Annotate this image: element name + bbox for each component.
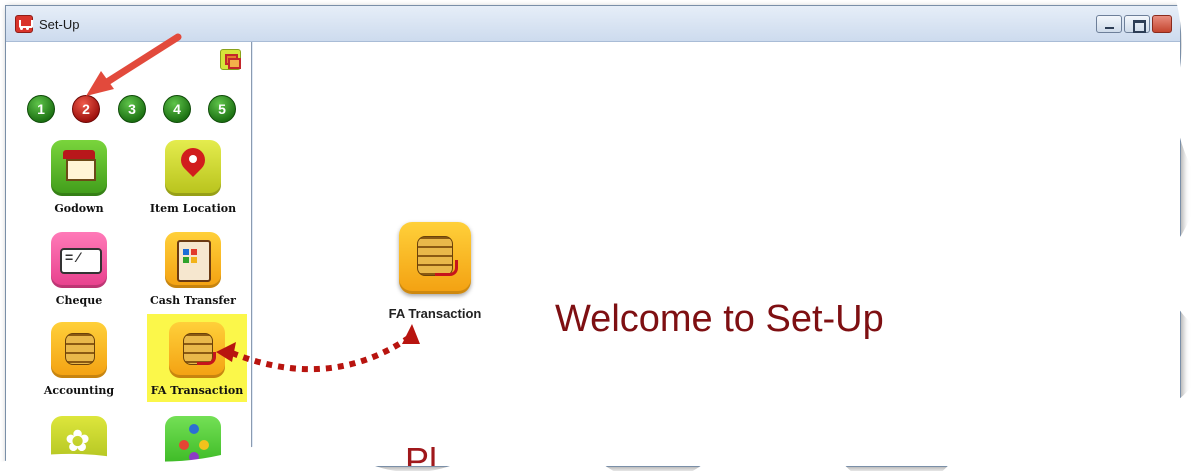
page-button-5[interactable]: 5 xyxy=(208,95,236,123)
close-button[interactable] xyxy=(1152,15,1172,33)
tile-label: Item Location xyxy=(149,202,237,215)
page-button-2[interactable]: 2 xyxy=(72,95,100,123)
coins-transfer-icon xyxy=(399,222,471,294)
window-controls xyxy=(1096,15,1172,33)
leaf-icon xyxy=(51,416,107,466)
cheque-icon xyxy=(51,232,107,288)
maximize-button[interactable] xyxy=(1124,15,1150,33)
title-bar[interactable]: Set-Up xyxy=(6,6,1180,42)
network-icon xyxy=(165,416,221,466)
tile-network[interactable] xyxy=(143,416,243,466)
tile-label: FA Transaction xyxy=(150,384,244,397)
tile-leaf[interactable] xyxy=(29,416,129,466)
sidebar: 1 2 3 4 5 Godown Item Location Cheque Ca… xyxy=(6,42,252,466)
coins-transfer-icon xyxy=(169,322,225,378)
shortcut-label: FA Transaction xyxy=(388,306,482,321)
page-button-3[interactable]: 3 xyxy=(118,95,146,123)
tile-godown[interactable]: Godown xyxy=(29,140,129,215)
partial-message: Pl xyxy=(405,440,438,467)
fa-transaction-shortcut[interactable]: FA Transaction xyxy=(365,222,505,321)
tile-cheque[interactable]: Cheque xyxy=(29,232,129,307)
page-button-1[interactable]: 1 xyxy=(27,95,55,123)
restore-windows-icon[interactable] xyxy=(220,49,241,70)
coins-icon xyxy=(51,322,107,378)
tile-fa-transaction[interactable]: FA Transaction xyxy=(147,314,247,402)
welcome-heading: Welcome to Set-Up xyxy=(555,298,884,340)
tile-label: Accounting xyxy=(43,384,115,397)
tile-label: Godown xyxy=(54,202,104,215)
cart-app-icon xyxy=(15,15,33,33)
house-icon xyxy=(51,140,107,196)
tile-label: Cheque xyxy=(55,294,103,307)
tile-label: Cash Transfer xyxy=(150,294,236,307)
setup-window: Set-Up 1 2 3 4 5 Godown Item Location Ch… xyxy=(5,5,1181,467)
cash-register-icon xyxy=(165,232,221,288)
main-panel: FA Transaction Welcome to Set-Up Pl xyxy=(253,42,1180,466)
tile-item-location[interactable]: Item Location xyxy=(143,140,243,215)
map-pin-icon xyxy=(165,140,221,196)
tile-cash-transfer[interactable]: Cash Transfer xyxy=(143,232,243,307)
window-title: Set-Up xyxy=(39,17,80,32)
minimize-button[interactable] xyxy=(1096,15,1122,33)
page-button-4[interactable]: 4 xyxy=(163,95,191,123)
tile-accounting[interactable]: Accounting xyxy=(29,322,129,397)
